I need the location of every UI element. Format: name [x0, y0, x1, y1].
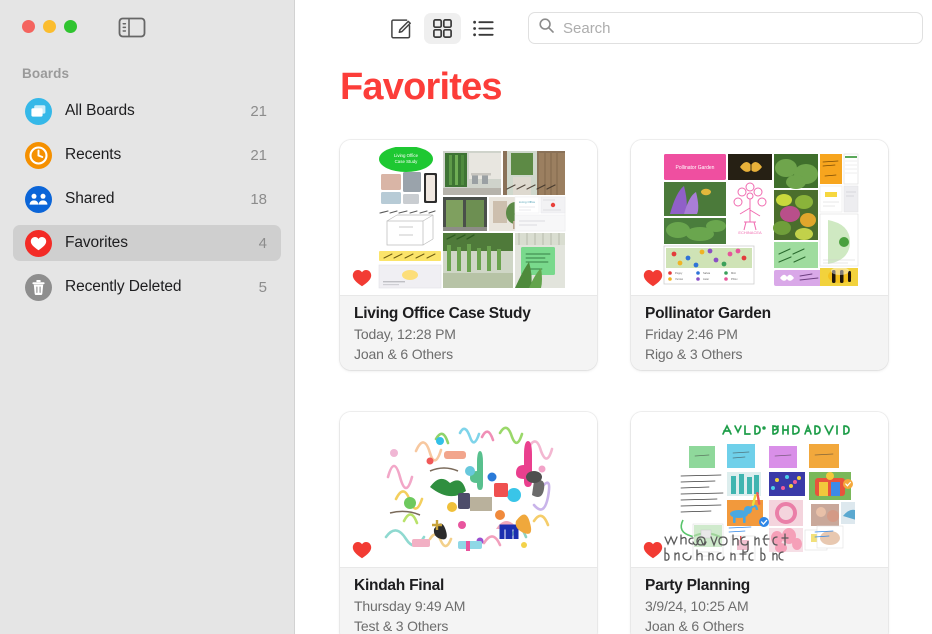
svg-text:Yarrow: Yarrow: [675, 277, 683, 281]
trash-icon: [25, 273, 52, 301]
svg-text:Aster: Aster: [703, 277, 709, 281]
sidebar-item-count: 4: [258, 234, 267, 252]
sidebar-item-count: 21: [250, 102, 267, 120]
search-input[interactable]: [563, 19, 912, 37]
sidebar-item-label: Favorites: [65, 234, 128, 251]
all-boards-icon: [25, 97, 52, 125]
minimize-button[interactable]: [43, 20, 56, 33]
freeform-window: Boards All Boards 21 Recents 21 Shared 1…: [0, 0, 932, 634]
board-card[interactable]: Party Planning 3/9/24, 10:25 AM Joan & 6…: [631, 412, 888, 634]
clock-icon: [25, 141, 52, 169]
sidebar-item-label: All Boards: [65, 102, 135, 119]
sidebar-toggle-icon[interactable]: [118, 17, 146, 38]
sidebar-item-shared[interactable]: Shared 18: [13, 181, 281, 217]
board-title: Kindah Final: [354, 577, 444, 594]
board-title: Pollinator Garden: [645, 305, 771, 322]
board-thumbnail[interactable]: Pollinator Garden ECHINACEA Poppy Salvia…: [631, 140, 888, 295]
living-office-collage: Living Office Case Study Living Office: [340, 140, 597, 295]
people-icon: [25, 185, 52, 213]
svg-text:Phlox: Phlox: [731, 277, 738, 281]
board-thumbnail[interactable]: Living Office Case Study Living Office: [340, 140, 597, 295]
sidebar: Boards All Boards 21 Recents 21 Shared 1…: [0, 0, 295, 634]
compose-icon: [391, 18, 412, 39]
board-card-footer: Pollinator Garden Friday 2:46 PM Rigo & …: [631, 295, 888, 370]
board-thumbnail[interactable]: [340, 412, 597, 567]
window-controls: [22, 20, 77, 33]
page-title: Favorites: [340, 66, 503, 108]
svg-text:Mint: Mint: [731, 271, 736, 275]
board-card[interactable]: Kindah Final Thursday 9:49 AM Test & 3 O…: [340, 412, 597, 634]
board-card-footer: Living Office Case Study Today, 12:28 PM…: [340, 295, 597, 370]
svg-text:Living Office: Living Office: [518, 200, 535, 204]
board-grid: Living Office Case Study Living Office L…: [340, 140, 932, 634]
sidebar-item-favorites[interactable]: Favorites 4: [13, 225, 281, 261]
favorite-heart-icon[interactable]: [352, 541, 372, 559]
list-view-button[interactable]: [465, 13, 502, 44]
sidebar-item-label: Recents: [65, 146, 122, 163]
heart-icon: [25, 229, 52, 257]
toolbar: [295, 0, 932, 56]
search-field[interactable]: [528, 12, 923, 44]
board-date: Today, 12:28 PM: [354, 326, 456, 342]
svg-text:Case Study: Case Study: [394, 159, 418, 164]
sidebar-item-count: 21: [250, 146, 267, 164]
board-people: Test & 3 Others: [354, 617, 449, 634]
board-card[interactable]: Living Office Case Study Living Office L…: [340, 140, 597, 370]
sidebar-item-count: 5: [258, 278, 267, 296]
sidebar-section-header: Boards: [22, 66, 70, 81]
sidebar-item-count: 18: [250, 190, 267, 208]
close-button[interactable]: [22, 20, 35, 33]
content-area: Favorites Living Office Case Study: [295, 0, 932, 634]
sidebar-item-all-boards[interactable]: All Boards 21: [13, 93, 281, 129]
board-card-footer: Kindah Final Thursday 9:49 AM Test & 3 O…: [340, 567, 597, 634]
board-card[interactable]: Pollinator Garden ECHINACEA Poppy Salvia…: [631, 140, 888, 370]
sidebar-item-label: Shared: [65, 190, 115, 207]
board-thumbnail[interactable]: [631, 412, 888, 567]
kindah-doodle: [340, 412, 597, 567]
svg-text:Living Office: Living Office: [393, 153, 418, 158]
svg-text:ECHINACEA: ECHINACEA: [738, 230, 762, 235]
board-date: 3/9/24, 10:25 AM: [645, 598, 749, 614]
sidebar-list: All Boards 21 Recents 21 Shared 18 Favor…: [0, 93, 294, 313]
board-date: Friday 2:46 PM: [645, 326, 738, 342]
board-people: Joan & 6 Others: [645, 617, 744, 634]
svg-text:Salvia: Salvia: [703, 271, 711, 275]
favorite-heart-icon[interactable]: [643, 269, 663, 287]
svg-text:Pollinator Garden: Pollinator Garden: [675, 165, 714, 171]
search-icon: [539, 18, 554, 38]
sidebar-item-recents[interactable]: Recents 21: [13, 137, 281, 173]
favorite-heart-icon[interactable]: [643, 541, 663, 559]
sidebar-item-label: Recently Deleted: [65, 278, 182, 295]
board-people: Joan & 6 Others: [354, 345, 453, 362]
pollinator-garden-collage: Pollinator Garden ECHINACEA Poppy Salvia…: [631, 140, 888, 295]
list-view-icon: [473, 20, 494, 37]
sidebar-item-recently-deleted[interactable]: Recently Deleted 5: [13, 269, 281, 305]
board-title: Party Planning: [645, 577, 751, 594]
grid-view-button[interactable]: [424, 12, 461, 44]
board-date: Thursday 9:49 AM: [354, 598, 466, 614]
board-title: Living Office Case Study: [354, 305, 531, 322]
board-people: Rigo & 3 Others: [645, 345, 743, 362]
svg-text:Poppy: Poppy: [675, 271, 683, 275]
board-handwriting: [664, 533, 789, 561]
favorite-heart-icon[interactable]: [352, 269, 372, 287]
zoom-button[interactable]: [64, 20, 77, 33]
compose-button[interactable]: [383, 13, 420, 44]
grid-view-icon: [433, 18, 452, 38]
board-card-footer: Party Planning 3/9/24, 10:25 AM Joan & 6…: [631, 567, 888, 634]
